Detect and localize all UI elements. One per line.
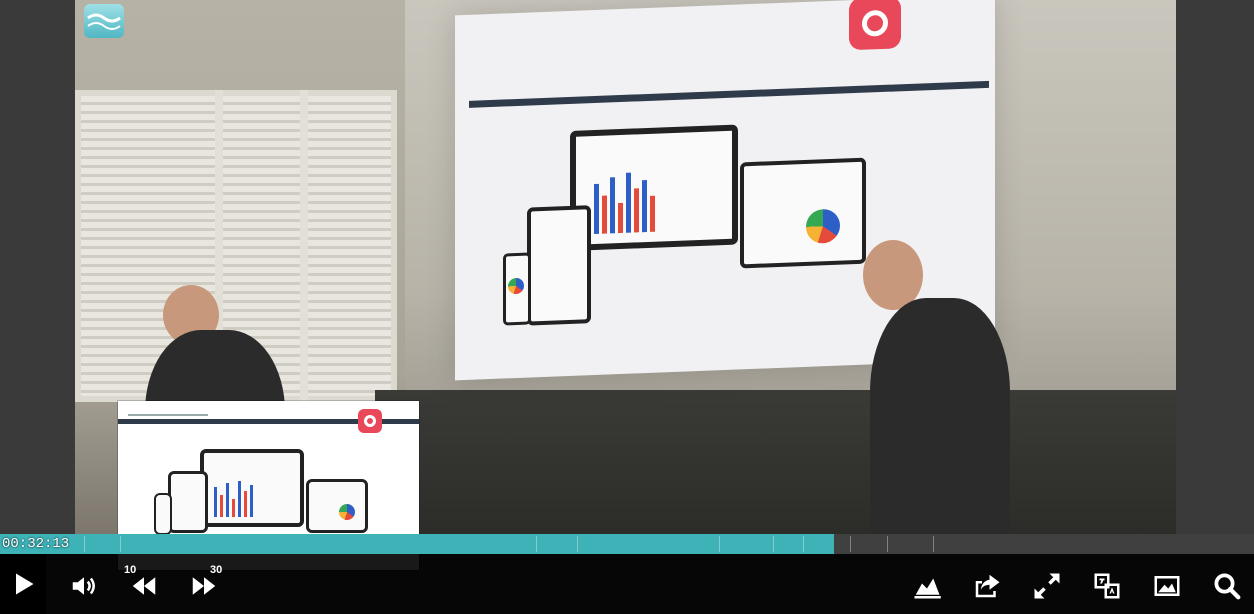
forward-seconds: 30 — [210, 564, 223, 576]
current-time: 00:32:13 — [2, 536, 70, 552]
slide-phone — [503, 252, 531, 326]
slide-pie-chart — [806, 208, 840, 244]
chapter-marker[interactable] — [719, 536, 720, 552]
fullscreen-button[interactable] — [1029, 568, 1065, 604]
chalkboard — [375, 390, 1176, 534]
chapter-marker[interactable] — [120, 536, 121, 552]
thumbnail-phone — [154, 493, 172, 535]
image-icon — [1154, 576, 1180, 596]
chapter-marker[interactable] — [84, 536, 85, 552]
volume-button[interactable] — [66, 568, 102, 604]
slide-title-bar — [469, 80, 989, 108]
expand-icon — [1034, 573, 1060, 599]
player-controls: 10 30 — [0, 554, 1254, 614]
translate-icon — [1094, 573, 1120, 599]
chapter-marker[interactable] — [933, 536, 934, 552]
share-button[interactable] — [969, 568, 1005, 604]
slide-phone-pie — [508, 277, 524, 295]
play-icon — [16, 573, 34, 595]
translate-button[interactable] — [1089, 568, 1125, 604]
share-icon — [975, 574, 1000, 598]
chapter-marker[interactable] — [850, 536, 851, 552]
slide-laptop — [740, 157, 866, 269]
chapter-marker[interactable] — [773, 536, 774, 552]
rewind-button[interactable]: 10 — [124, 564, 162, 604]
chapter-marker[interactable] — [577, 536, 578, 552]
chapter-marker[interactable] — [803, 536, 804, 552]
chapter-marker[interactable] — [887, 536, 888, 552]
thumbnail-tablet — [168, 471, 208, 533]
thumbnail-laptop — [306, 479, 368, 533]
slide-logo-icon — [849, 0, 901, 51]
search-icon — [1214, 573, 1241, 600]
timeline-progress — [0, 534, 834, 554]
slide-bar-chart — [594, 172, 655, 235]
window-frame — [300, 90, 308, 402]
volume-icon — [72, 577, 95, 595]
forward-button[interactable]: 30 — [186, 564, 222, 604]
slide-monitor — [570, 124, 738, 251]
picture-in-picture-button[interactable] — [1149, 568, 1185, 604]
slide-tablet — [527, 205, 591, 326]
timeline-scrubber[interactable] — [0, 534, 1254, 554]
speaker-body — [870, 298, 1010, 534]
search-button[interactable] — [1209, 568, 1245, 604]
thumbnail-logo-icon — [358, 409, 382, 433]
area-chart-icon — [914, 578, 941, 599]
statistics-button[interactable] — [909, 568, 945, 604]
chapter-marker[interactable] — [536, 536, 537, 552]
video-stage[interactable] — [0, 0, 1254, 570]
play-button[interactable] — [0, 554, 46, 614]
rewind-seconds: 10 — [124, 564, 137, 576]
thumbnail-monitor — [200, 449, 304, 527]
waves-logo-icon[interactable] — [84, 4, 124, 38]
